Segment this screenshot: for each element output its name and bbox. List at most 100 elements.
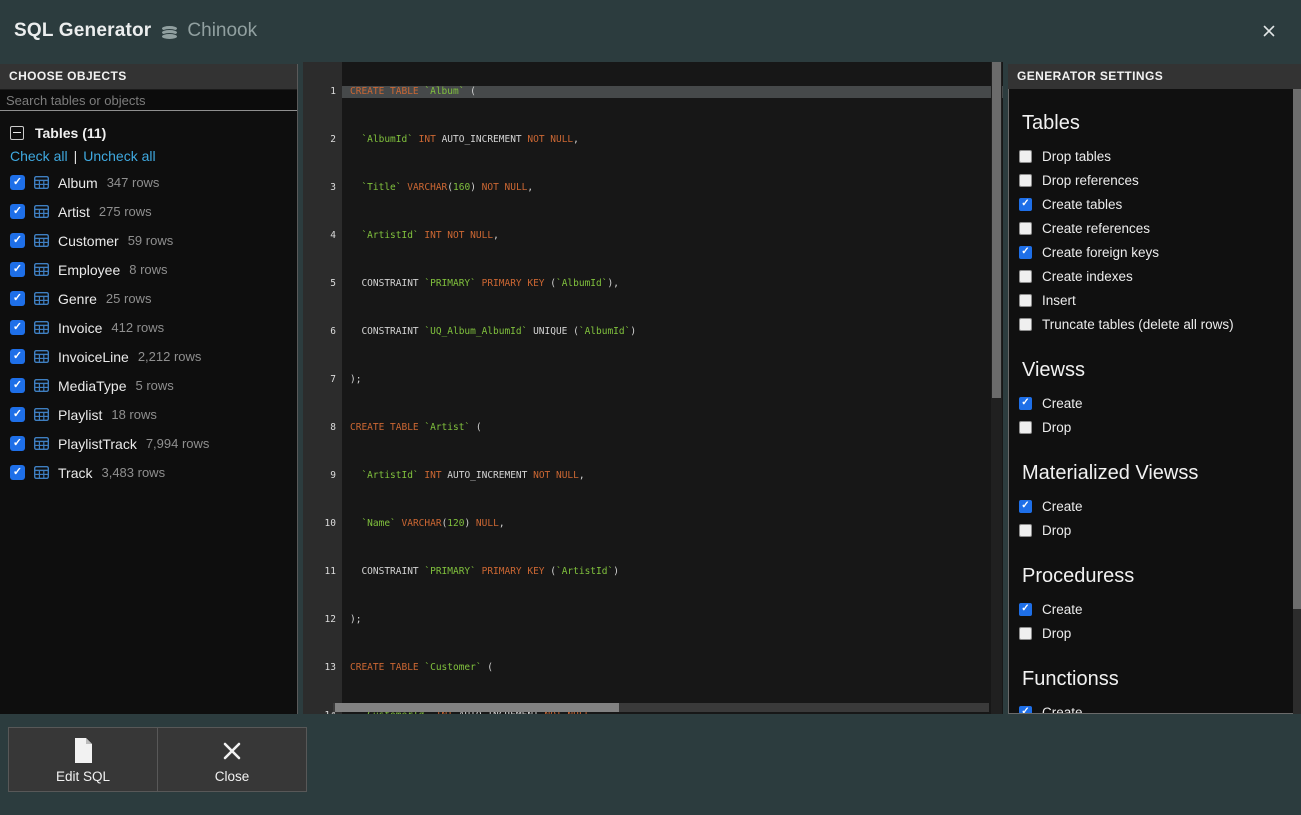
code-token: `PRIMARY` [424,566,475,577]
line-content: `ArtistId` INT NOT NULL, [342,230,1003,242]
code-line: 9 `ArtistId` INT AUTO_INCREMENT NOT NULL… [303,470,1003,482]
line-content: CREATE TABLE `Artist` ( [342,422,1003,434]
table-checkbox[interactable]: ✓ [10,407,25,422]
table-rowcount: 2,212 rows [138,349,202,364]
option-checkbox[interactable] [1019,318,1032,331]
option-row[interactable]: ✓ Create foreign keys [1019,240,1300,264]
option-row[interactable]: ✓ Create tables [1019,192,1300,216]
vertical-scroll-thumb[interactable] [992,62,1001,398]
table-name: Track [58,465,92,481]
editor-vertical-scrollbar[interactable] [991,62,1002,714]
table-checkbox[interactable]: ✓ [10,291,25,306]
option-row[interactable]: Truncate tables (delete all rows) [1019,312,1300,336]
option-checkbox[interactable]: ✓ [1019,198,1032,211]
horizontal-scroll-thumb[interactable] [335,703,619,712]
option-row[interactable]: ✓ Create [1019,597,1300,621]
search-input[interactable] [0,90,297,111]
code-token: VARCHAR [402,518,442,529]
option-checkbox[interactable]: ✓ [1019,603,1032,616]
table-checkbox[interactable]: ✓ [10,204,25,219]
line-content: `Name` VARCHAR(120) NULL, [342,518,1003,530]
table-row[interactable]: ✓ Customer 59 rows [8,226,289,255]
sql-preview-editor[interactable]: 1 CREATE TABLE `Album` ( 2 `AlbumId` INT… [303,62,1003,714]
table-row[interactable]: ✓ Genre 25 rows [8,284,289,313]
option-row[interactable]: Drop [1019,621,1300,645]
option-row[interactable]: Drop [1019,415,1300,439]
table-checkbox[interactable]: ✓ [10,436,25,451]
table-checkbox[interactable]: ✓ [10,378,25,393]
table-rowcount: 3,483 rows [101,465,165,480]
code-token: CONSTRAINT [361,566,418,577]
option-checkbox[interactable] [1019,294,1032,307]
section-title: Viewss [1022,359,1300,382]
option-checkbox[interactable] [1019,524,1032,537]
option-label: Create indexes [1042,269,1133,284]
code-token: ) [470,182,481,193]
code-token: `AlbumId` [361,134,412,145]
tables-group-row[interactable]: Tables (11) [10,125,289,141]
option-checkbox[interactable] [1019,421,1032,434]
option-checkbox[interactable]: ✓ [1019,397,1032,410]
edit-sql-button[interactable]: Edit SQL [8,727,158,792]
option-checkbox[interactable]: ✓ [1019,706,1032,715]
settings-scroll-thumb[interactable] [1293,89,1301,609]
table-row[interactable]: ✓ Artist 275 rows [8,197,289,226]
code-token: INT [424,230,441,241]
option-row[interactable]: ✓ Create [1019,494,1300,518]
settings-scrollbar[interactable] [1293,89,1301,714]
option-row[interactable]: ✓ Create [1019,391,1300,415]
table-checkbox[interactable]: ✓ [10,233,25,248]
option-checkbox[interactable] [1019,627,1032,640]
code-token: VARCHAR [407,182,447,193]
table-checkbox[interactable]: ✓ [10,349,25,364]
table-row[interactable]: ✓ Invoice 412 rows [8,313,289,342]
check-all-link[interactable]: Check all [10,148,68,164]
table-row[interactable]: ✓ Album 347 rows [8,168,289,197]
option-row[interactable]: Create references [1019,216,1300,240]
code-token: NULL [476,518,499,529]
option-label: Drop [1042,626,1071,641]
option-checkbox[interactable] [1019,174,1032,187]
option-checkbox[interactable] [1019,150,1032,163]
code-token [350,326,361,337]
option-checkbox[interactable]: ✓ [1019,500,1032,513]
option-row[interactable]: Create indexes [1019,264,1300,288]
option-row[interactable]: Insert [1019,288,1300,312]
settings-section: Tables Drop tables Drop references ✓ Cre… [1019,112,1300,336]
option-checkbox[interactable] [1019,270,1032,283]
editor-horizontal-scrollbar[interactable] [333,703,989,712]
table-row[interactable]: ✓ Playlist 18 rows [8,400,289,429]
code-token: ( [567,326,578,337]
table-row[interactable]: ✓ MediaType 5 rows [8,371,289,400]
table-rowcount: 7,994 rows [146,436,210,451]
table-name: Employee [58,262,120,278]
option-row[interactable]: Drop tables [1019,144,1300,168]
option-label: Create [1042,705,1083,715]
table-list: ✓ Album 347 rows ✓ Artist 275 rows ✓ [8,168,289,487]
code-line: 8 CREATE TABLE `Artist` ( [303,422,1003,434]
table-row[interactable]: ✓ PlaylistTrack 7,994 rows [8,429,289,458]
settings-section: Materialized Viewss ✓ Create Drop [1019,462,1300,542]
table-name: InvoiceLine [58,349,129,365]
check-icon: ✓ [13,264,22,275]
table-checkbox[interactable]: ✓ [10,465,25,480]
uncheck-all-link[interactable]: Uncheck all [83,148,155,164]
option-checkbox[interactable]: ✓ [1019,246,1032,259]
collapse-icon[interactable] [10,126,24,140]
table-row[interactable]: ✓ Track 3,483 rows [8,458,289,487]
option-row[interactable]: ✓ Create [1019,700,1300,714]
table-checkbox[interactable]: ✓ [10,175,25,190]
table-row[interactable]: ✓ InvoiceLine 2,212 rows [8,342,289,371]
option-row[interactable]: Drop references [1019,168,1300,192]
table-icon [34,263,49,276]
close-icon[interactable] [1261,23,1277,39]
table-checkbox[interactable]: ✓ [10,320,25,335]
table-checkbox[interactable]: ✓ [10,262,25,277]
table-row[interactable]: ✓ Employee 8 rows [8,255,289,284]
close-button[interactable]: Close [157,727,307,792]
option-row[interactable]: Drop [1019,518,1300,542]
table-rowcount: 5 rows [135,378,173,393]
option-checkbox[interactable] [1019,222,1032,235]
line-content: `AlbumId` INT AUTO_INCREMENT NOT NULL, [342,134,1003,146]
code-lines: 1 CREATE TABLE `Album` ( 2 `AlbumId` INT… [303,62,1003,714]
